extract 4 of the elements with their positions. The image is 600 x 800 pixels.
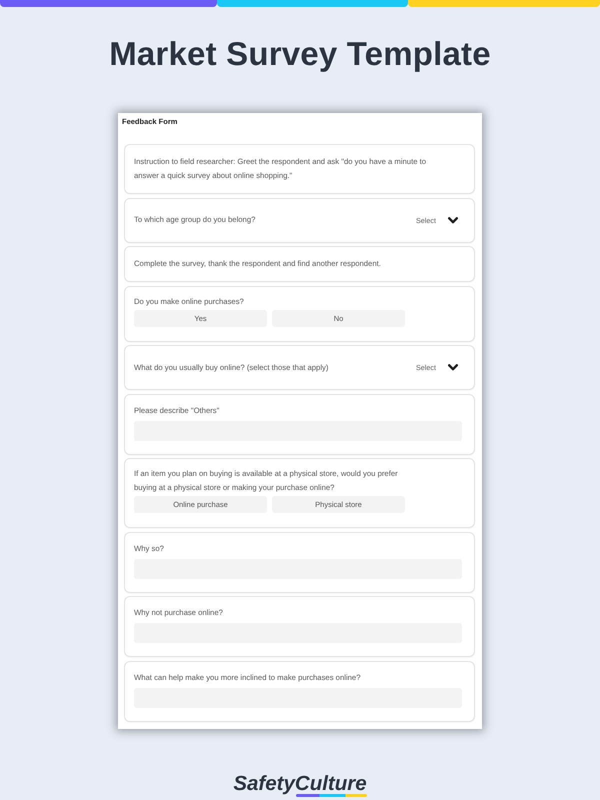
chevron-down-icon [448,364,458,371]
chevron-down-icon [448,216,458,224]
brand-logo: SafetyCulture [233,772,367,796]
page-title: Market Survey Template [109,34,491,74]
